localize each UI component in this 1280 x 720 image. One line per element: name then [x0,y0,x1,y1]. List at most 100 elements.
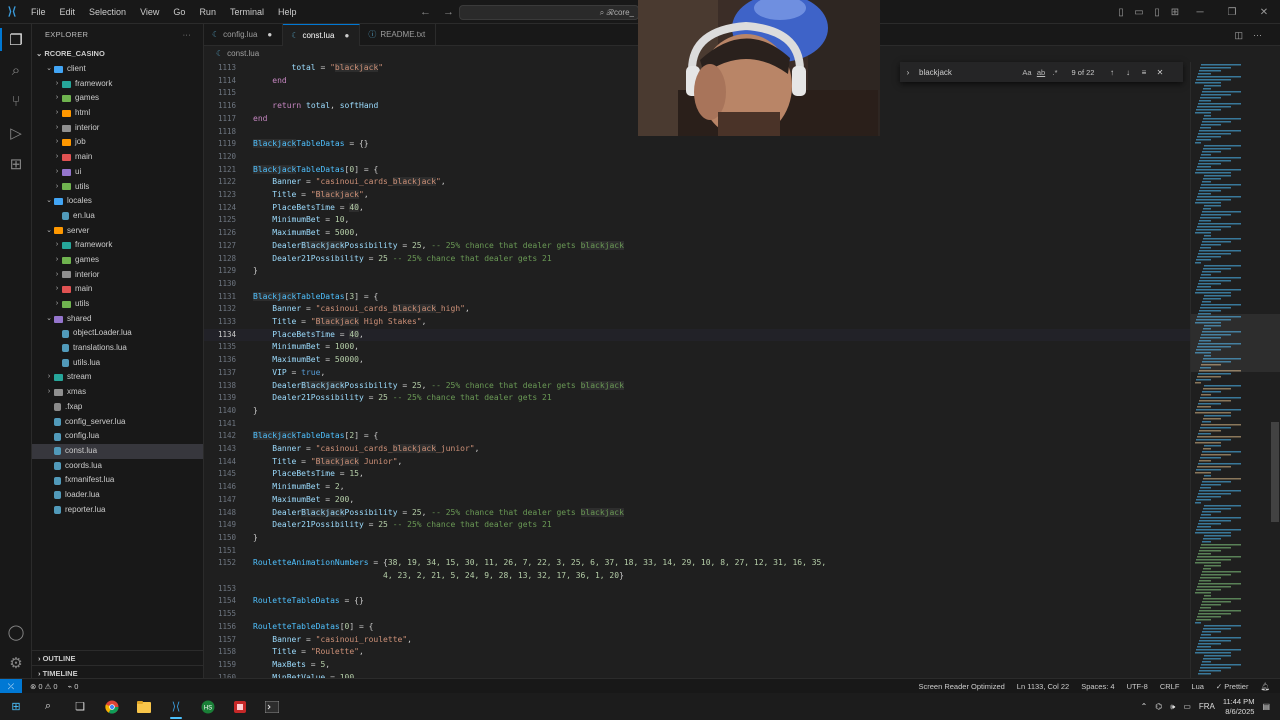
app-icon-red[interactable] [224,693,256,720]
chrome-icon[interactable] [96,693,128,720]
code-line[interactable]: 1140} [204,405,1190,418]
code-line[interactable]: 4, 23, 2, 21, 5, 24, 9, 28, 13, 32, 17, … [204,570,1190,583]
menu-item-help[interactable]: Help [271,0,304,24]
code-line[interactable]: 1143 Banner = "casinoui_cards_blackjack_… [204,443,1190,456]
code-line[interactable]: 1129} [204,265,1190,278]
code-line[interactable]: 1148 DealerBlackjackPossibility = 25, --… [204,507,1190,520]
next-match-icon[interactable]: ↓ [1120,68,1136,77]
code-line[interactable]: 1153 [204,583,1190,596]
customize-layout-icon[interactable]: ⊞ [1166,7,1184,18]
code-line[interactable]: 1132 Banner = "casinoui_cards_blackjack_… [204,303,1190,316]
back-arrow-icon[interactable]: ← [420,0,431,24]
explorer-root-folder[interactable]: ⌄ RCORE_CASINO [32,46,203,62]
match-case-icon[interactable]: Aa [1020,68,1034,77]
file-item[interactable]: translations.lua [32,341,203,356]
toggle-replace-icon[interactable]: › [900,68,916,77]
network-icon[interactable]: ⌬ [1155,702,1162,711]
match-whole-word-icon[interactable]: ab [1034,68,1048,77]
code-line[interactable]: 1159 MaxBets = 5, [204,659,1190,672]
code-line[interactable]: 1158 Title = "Roulette", [204,646,1190,659]
code-line[interactable]: 1138 DealerBlackjackPossibility = 25, --… [204,380,1190,393]
code-line[interactable]: 1145 PlaceBetsTime = 15, [204,468,1190,481]
code-line[interactable]: 1137 VIP = true, [204,367,1190,380]
find-in-selection-icon[interactable]: ≡ [1136,68,1152,77]
code-line[interactable]: 1135 MinimumBet = 1000, [204,341,1190,354]
indentation[interactable]: Spaces: 4 [1081,682,1114,691]
code-line[interactable]: 1139 Dealer21Possibility = 25 -- 25% cha… [204,392,1190,405]
code-line[interactable]: 1157 Banner = "casinoui_roulette", [204,634,1190,647]
folder-item[interactable]: › ui [32,165,203,180]
problems-indicator[interactable]: ⊗ 0 ⚠ 0 [30,682,58,691]
folder-item[interactable]: › framework [32,77,203,92]
terminal-icon[interactable] [256,693,288,720]
toggle-panel-icon[interactable]: ▭ [1130,7,1148,18]
file-item[interactable]: en.lua [32,209,203,224]
volume-icon[interactable]: 🕪︎ [1170,702,1175,712]
battery-icon[interactable]: ▭ [1183,702,1191,711]
outline-section[interactable]: › OUTLINE [32,650,203,665]
clock[interactable]: 11:44 PM 8/6/2025 [1223,697,1255,717]
file-item[interactable]: loader.lua [32,488,203,503]
file-item[interactable]: fxmanifest.lua [32,473,203,488]
folder-item[interactable]: › stream [32,370,203,385]
code-line[interactable]: 1123 Title = "Blackjack", [204,189,1190,202]
menu-item-terminal[interactable]: Terminal [223,0,271,24]
prettier-status[interactable]: ✓ Prettier [1216,682,1249,691]
folder-item[interactable]: › job [32,135,203,150]
code-line[interactable]: 1156 RouletteTableDatas[0] = { [204,621,1190,634]
folder-item[interactable]: ⌄ server [32,224,203,239]
tab-config-lua[interactable]: ☾ config.lua ● [204,24,284,46]
menu-item-selection[interactable]: Selection [82,0,133,24]
vscode-taskbar-icon[interactable]: ⟩⟨ [160,693,192,720]
find-input[interactable]: blackjack [916,68,1020,77]
code-line[interactable]: 1133 Title = "Blackjack High Stakes", [204,316,1190,329]
encoding[interactable]: UTF-8 [1127,682,1148,691]
unsaved-dot-icon[interactable]: ● [267,24,272,46]
code-line[interactable]: 1154 RouletteTableDatas = {} [204,595,1190,608]
input-language[interactable]: FRA [1199,702,1215,711]
run-debug-icon[interactable]: ▷ [0,117,32,148]
language-mode[interactable]: Lua [1191,682,1204,691]
app-icon-hs[interactable]: HS [192,693,224,720]
code-line[interactable]: 1121 BlackjackTableDatas[0] = { [204,164,1190,177]
taskbar-search-icon[interactable]: ⌕ [32,693,64,720]
menu-item-edit[interactable]: Edit [53,0,83,24]
toggle-sidebar-icon[interactable]: ▯ [1112,7,1130,18]
ports-indicator[interactable]: ⌁ 0 [68,682,79,691]
folder-item[interactable]: › framework [32,238,203,253]
code-line[interactable]: 1127 DealerBlackjackPossibility = 25, --… [204,240,1190,253]
split-editor-icon[interactable]: ◫ [1234,24,1243,46]
menu-item-view[interactable]: View [133,0,166,24]
minimap[interactable] [1190,62,1280,678]
file-item[interactable]: .fxap [32,400,203,415]
folder-item[interactable]: › interior [32,268,203,283]
code-line[interactable]: 1128 Dealer21Possibility = 25 -- 25% cha… [204,253,1190,266]
file-item[interactable]: objectLoader.lua [32,326,203,341]
folder-item[interactable]: › utils [32,180,203,195]
extensions-icon[interactable]: ⊞ [0,148,32,179]
tray-chevron-icon[interactable]: ⌃ [1141,702,1148,711]
file-item[interactable]: config_server.lua [32,415,203,430]
folder-item[interactable]: ⌄ client [32,62,203,77]
code-line[interactable]: 1146 MinimumBet = 2, [204,481,1190,494]
code-line[interactable]: 1119 BlackjackTableDatas = {} [204,138,1190,151]
folder-item[interactable]: › main [32,282,203,297]
unsaved-dot-icon[interactable]: ● [344,25,349,47]
settings-gear-icon[interactable]: ⚙ [0,647,32,678]
menu-item-file[interactable]: File [24,0,53,24]
previous-match-icon[interactable]: ↑ [1104,68,1120,77]
code-line[interactable]: 1125 MinimumBet = 10, [204,214,1190,227]
code-line[interactable]: 1134 PlaceBetsTime = 40, [204,328,1190,342]
code-line[interactable]: 1151 [204,545,1190,558]
file-item[interactable]: reporter.lua [32,503,203,518]
more-actions-icon[interactable]: ··· [1253,24,1262,46]
file-item[interactable]: const.lua [32,443,203,459]
code-line[interactable]: 1124 PlaceBetsTime = 40, [204,202,1190,215]
code-line[interactable]: 1155 [204,608,1190,621]
file-item[interactable]: config.lua [32,429,203,444]
windows-start-icon[interactable]: ⊞ [0,693,32,720]
minimize-button[interactable]: ─ [1184,7,1216,18]
file-explorer-icon[interactable] [128,693,160,720]
code-line[interactable]: 1141 [204,418,1190,431]
use-regex-icon[interactable]: .* [1048,68,1062,77]
